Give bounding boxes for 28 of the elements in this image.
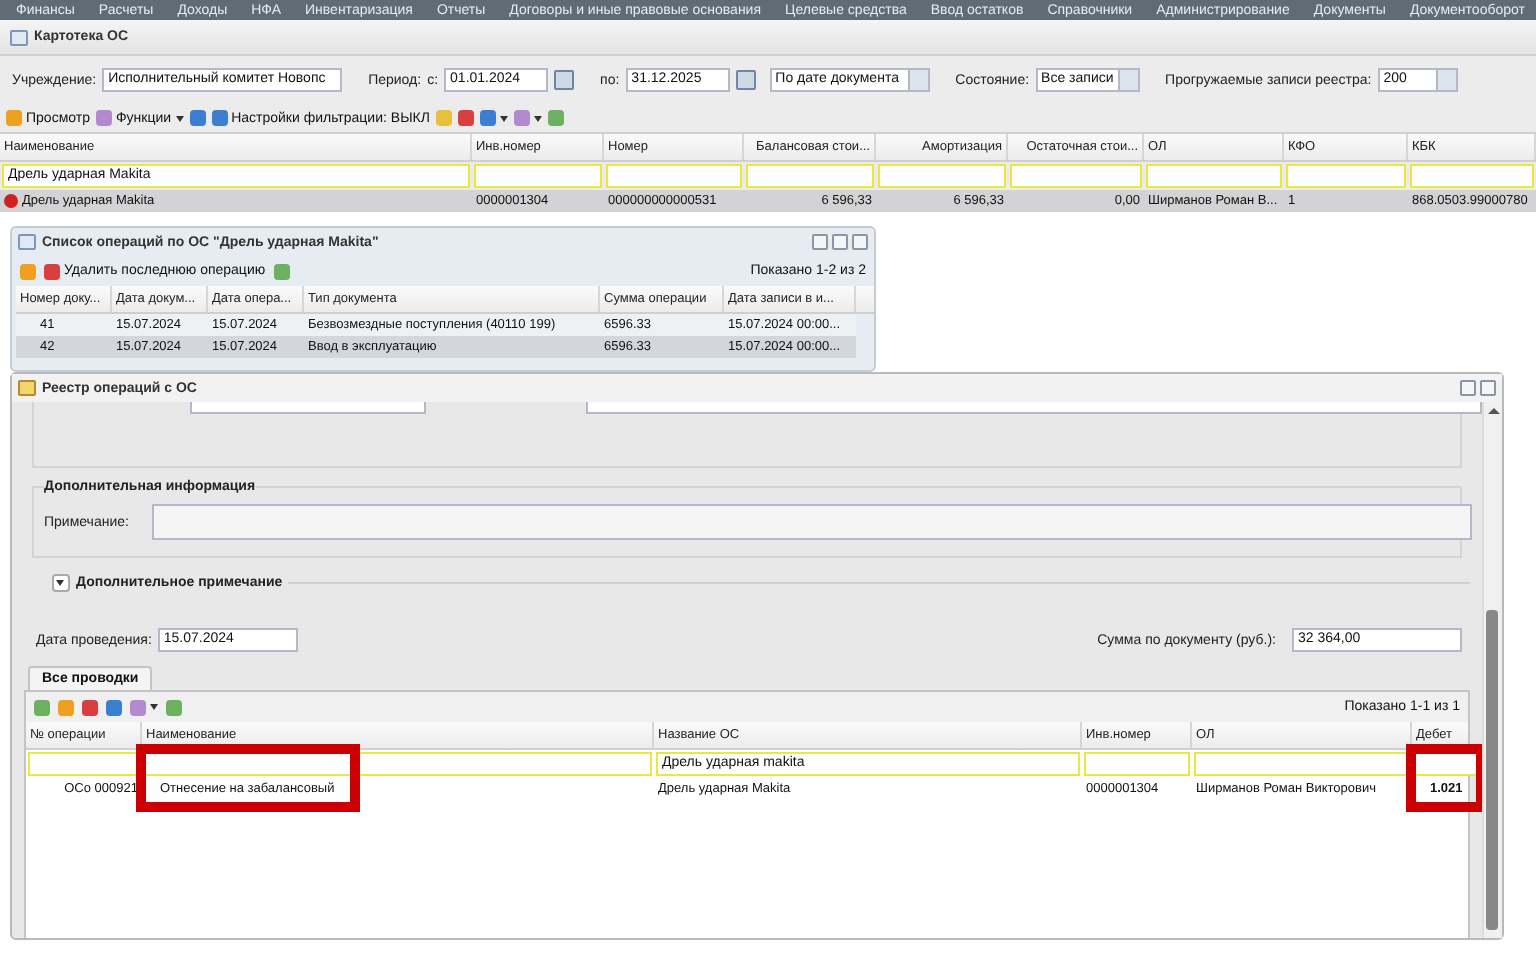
input-field[interactable]: [190, 402, 426, 414]
toolbar-icon: [95, 110, 112, 126]
toolbar-button[interactable]: [479, 106, 508, 130]
filter-field[interactable]: [1146, 164, 1282, 188]
maximize-icon[interactable]: [1460, 380, 1476, 396]
input-field[interactable]: [586, 402, 1482, 414]
toolbar-icon: [6, 110, 22, 126]
filter-field[interactable]: [1286, 164, 1406, 188]
maximize-icon[interactable]: [832, 234, 848, 250]
note-field[interactable]: [152, 504, 1473, 540]
filter-field[interactable]: [1084, 752, 1190, 776]
scrollbar[interactable]: [1482, 402, 1502, 938]
filter-field[interactable]: [1010, 164, 1142, 188]
window-icon: [10, 29, 28, 45]
filter-field[interactable]: [144, 752, 652, 776]
filter-field[interactable]: [878, 164, 1006, 188]
filter-field[interactable]: [1410, 164, 1534, 188]
expand-toggle[interactable]: [52, 573, 70, 591]
filter-field[interactable]: [1194, 752, 1410, 776]
filter-field[interactable]: [746, 164, 874, 188]
filter-field[interactable]: [28, 752, 140, 776]
status-icon: [4, 194, 18, 208]
filter-field[interactable]: [474, 164, 602, 188]
window-icon: [18, 380, 36, 396]
print-button[interactable]: [130, 695, 158, 719]
toolbar-button[interactable]: [513, 106, 542, 130]
window-icon: [18, 234, 36, 250]
filter-field[interactable]: [606, 164, 742, 188]
